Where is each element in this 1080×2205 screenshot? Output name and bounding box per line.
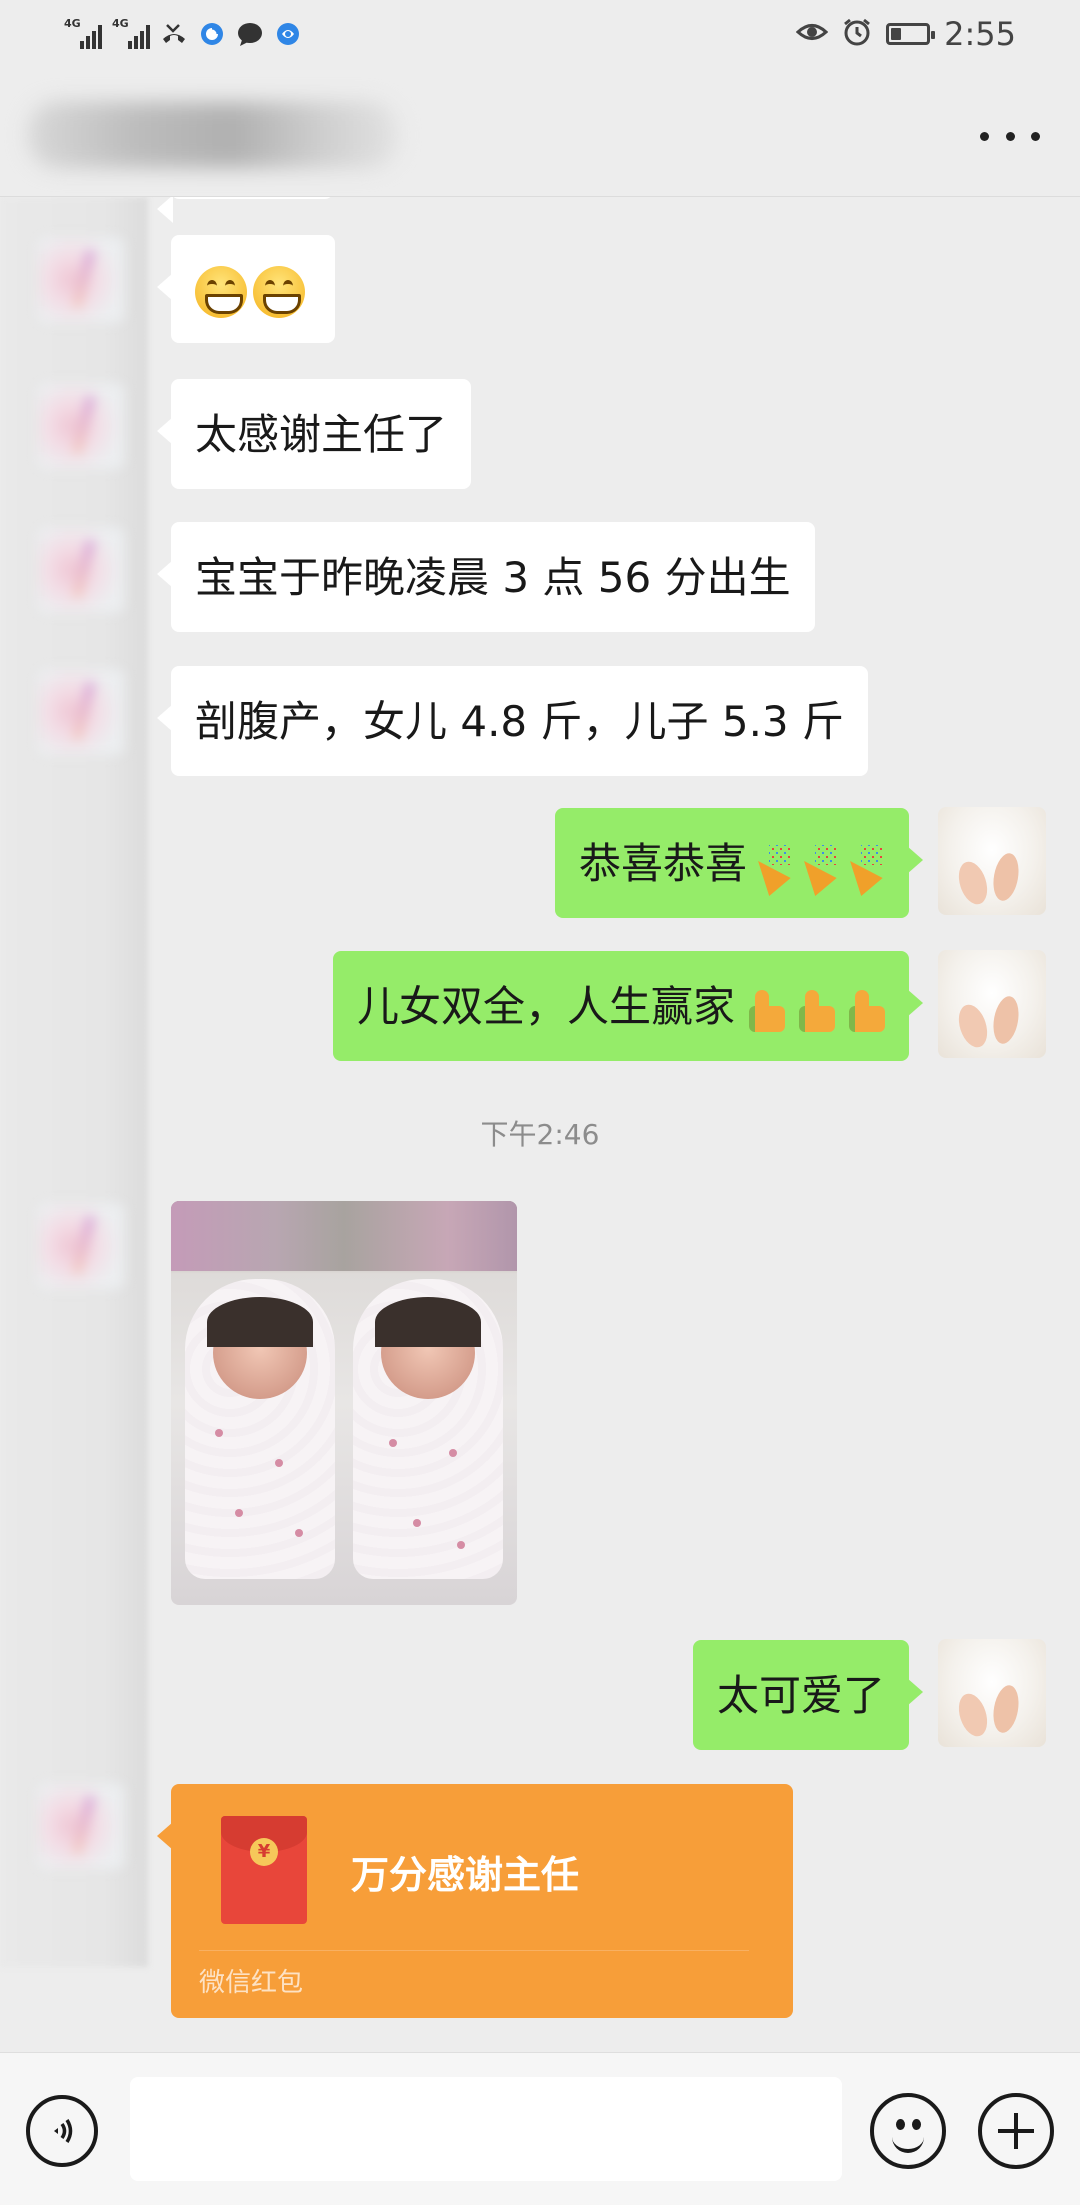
contact-avatar[interactable] xyxy=(38,669,124,755)
image-message[interactable] xyxy=(171,1201,517,1605)
message-bubble-outgoing[interactable]: 恭喜恭喜 xyxy=(554,808,924,918)
contact-avatar[interactable] xyxy=(38,1203,124,1289)
message-text: 太可爱了 xyxy=(716,1671,885,1720)
missed-call-icon xyxy=(160,20,188,48)
baby-figure xyxy=(353,1279,503,1579)
divider xyxy=(199,1950,749,1951)
browser-icon xyxy=(198,20,226,48)
message-bubble-outgoing[interactable]: 太可爱了 xyxy=(692,1640,924,1750)
message-timestamp: 下午2:46 xyxy=(480,1118,600,1151)
message-text: 恭喜恭喜 xyxy=(578,839,747,888)
message-text: 儿女双全，人生赢家 xyxy=(356,982,735,1031)
thumbs-up-emoji-icon xyxy=(741,986,785,1034)
my-avatar[interactable] xyxy=(938,1639,1046,1747)
input-bar xyxy=(0,2052,1080,2205)
emoji-icon[interactable] xyxy=(870,2093,946,2169)
signal-icon: 4G xyxy=(64,17,102,49)
thumbs-up-emoji-icon xyxy=(841,986,885,1034)
signal-label: 4G xyxy=(112,17,129,30)
party-popper-emoji-icon xyxy=(797,843,839,891)
thumbs-up-emoji-icon xyxy=(791,986,835,1034)
app-icon xyxy=(274,20,302,48)
red-packet-title: 万分感谢主任 xyxy=(351,1853,580,1897)
message-input[interactable] xyxy=(130,2077,842,2181)
plus-icon[interactable] xyxy=(978,2093,1054,2169)
voice-icon[interactable] xyxy=(26,2095,98,2167)
contact-avatar[interactable] xyxy=(38,383,124,469)
message-bubble-partial[interactable] xyxy=(157,197,333,223)
signal-icon: 4G xyxy=(112,17,150,49)
my-avatar[interactable] xyxy=(938,807,1046,915)
red-packet-icon: ¥ xyxy=(221,1816,307,1924)
grin-emoji-icon xyxy=(195,265,247,318)
red-packet-message[interactable]: ¥ 万分感谢主任 微信红包 xyxy=(157,1784,793,2018)
red-packet-label: 微信红包 xyxy=(199,1968,304,1998)
eye-icon xyxy=(795,21,829,47)
message-bubble-incoming[interactable]: 宝宝于昨晚凌晨 3 点 56 分出生 xyxy=(157,522,815,632)
alarm-icon xyxy=(842,17,872,51)
contact-avatar[interactable] xyxy=(38,1783,124,1869)
battery-icon xyxy=(886,23,936,45)
contact-avatar[interactable] xyxy=(38,237,124,323)
status-time: 2:55 xyxy=(944,15,1016,53)
my-avatar[interactable] xyxy=(938,950,1046,1058)
message-bubble-outgoing[interactable]: 儿女双全，人生赢家 xyxy=(332,951,924,1061)
signal-label: 4G xyxy=(64,17,81,30)
party-popper-emoji-icon xyxy=(751,843,793,891)
grin-emoji-icon xyxy=(253,265,305,318)
message-bubble-incoming[interactable]: 剖腹产，女儿 4.8 斤，儿子 5.3 斤 xyxy=(157,666,868,776)
message-bubble-incoming[interactable] xyxy=(157,235,335,343)
photo-background xyxy=(171,1201,517,1271)
more-dots-icon[interactable] xyxy=(980,124,1040,148)
contact-avatar[interactable] xyxy=(38,527,124,613)
chat-area[interactable]: 太感谢主任了 宝宝于昨晚凌晨 3 点 56 分出生 剖腹产，女儿 4.8 斤，儿… xyxy=(0,197,1080,2052)
message-text: 剖腹产，女儿 4.8 斤，儿子 5.3 斤 xyxy=(195,697,844,746)
message-bubble-incoming[interactable]: 太感谢主任了 xyxy=(156,379,472,489)
message-text: 太感谢主任了 xyxy=(195,410,448,459)
status-bar: 4G 4G 2:55 xyxy=(0,0,1080,70)
message-text: 宝宝于昨晚凌晨 3 点 56 分出生 xyxy=(195,553,791,602)
baby-figure xyxy=(185,1279,335,1579)
chat-title xyxy=(28,102,398,168)
message-icon xyxy=(236,20,264,48)
chat-header xyxy=(0,70,1080,197)
party-popper-emoji-icon xyxy=(843,843,885,891)
